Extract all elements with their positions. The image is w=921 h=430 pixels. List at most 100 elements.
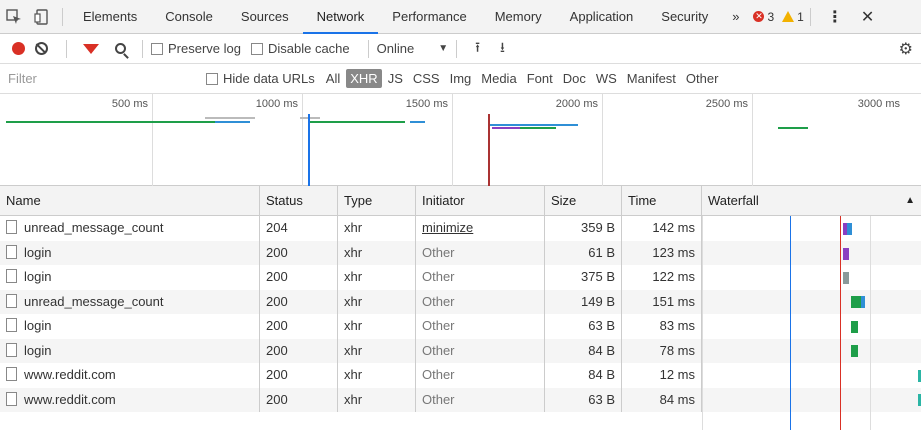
request-name-cell[interactable]: login xyxy=(0,338,260,363)
filter-input[interactable] xyxy=(0,67,200,90)
clear-icon[interactable] xyxy=(35,42,48,55)
more-tabs-button[interactable]: » xyxy=(722,9,749,24)
type-filter-js[interactable]: JS xyxy=(384,69,407,88)
type-cell: xhr xyxy=(338,363,416,388)
error-warning-counter[interactable]: ✕ 3 1 xyxy=(753,10,804,24)
request-name-cell[interactable]: www.reddit.com xyxy=(0,387,260,412)
size-cell: 61 B xyxy=(545,240,622,265)
overview-tick-label: 1500 ms xyxy=(405,98,448,110)
warning-icon xyxy=(782,11,795,22)
checkbox-box[interactable] xyxy=(206,72,218,85)
initiator-link[interactable]: minimize xyxy=(416,216,545,241)
status-cell: 200 xyxy=(260,338,338,363)
time-cell: 123 ms xyxy=(622,240,702,265)
tab-sources[interactable]: Sources xyxy=(227,0,303,34)
column-header-size[interactable]: Size xyxy=(545,186,622,216)
type-cell: xhr xyxy=(338,216,416,241)
column-header-name[interactable]: Name xyxy=(0,186,260,216)
tab-console[interactable]: Console xyxy=(151,0,227,34)
request-name-cell[interactable]: www.reddit.com xyxy=(0,363,260,388)
request-name-cell[interactable]: login xyxy=(0,314,260,339)
checkbox-box[interactable] xyxy=(151,42,163,55)
type-filter-other[interactable]: Other xyxy=(682,69,723,88)
table-row[interactable]: login 200 xhr Other 63 B 83 ms xyxy=(0,314,921,339)
tab-elements[interactable]: Elements xyxy=(69,0,151,34)
overview-request-bar xyxy=(520,127,556,129)
toolbar-separator xyxy=(66,39,67,58)
type-filter-xhr[interactable]: XHR xyxy=(346,69,382,88)
tab-separator xyxy=(62,7,63,26)
request-name: login xyxy=(24,342,52,358)
type-filter-media[interactable]: Media xyxy=(477,69,520,88)
column-header-waterfall[interactable]: Waterfall ▲ xyxy=(702,186,921,216)
column-header-type[interactable]: Type xyxy=(338,186,416,216)
throttling-select[interactable]: Online ▼ xyxy=(377,41,448,56)
column-header-time[interactable]: Time xyxy=(622,186,702,216)
overview-request-bar xyxy=(488,124,578,126)
overview-tick-label: 2000 ms xyxy=(555,98,598,110)
request-name: unread_message_count xyxy=(24,293,164,309)
customize-menu-icon[interactable]: ⋮ xyxy=(817,7,853,27)
type-filter-doc[interactable]: Doc xyxy=(559,69,590,88)
file-icon xyxy=(6,293,17,308)
filter-icon[interactable] xyxy=(83,43,99,54)
type-filter-img[interactable]: Img xyxy=(446,69,476,88)
search-icon[interactable] xyxy=(115,43,126,54)
initiator-cell: Other xyxy=(416,240,545,265)
tab-memory[interactable]: Memory xyxy=(481,0,556,34)
overview-request-bar xyxy=(300,117,320,119)
column-header-initiator[interactable]: Initiator xyxy=(416,186,545,216)
overview-request-bar xyxy=(410,121,425,123)
type-cell: xhr xyxy=(338,338,416,363)
column-header-status[interactable]: Status xyxy=(260,186,338,216)
type-filter-font[interactable]: Font xyxy=(523,69,557,88)
preserve-log-checkbox[interactable]: Preserve log xyxy=(151,41,241,56)
time-cell: 12 ms xyxy=(622,363,702,388)
request-name: www.reddit.com xyxy=(24,391,116,407)
request-name-cell[interactable]: login xyxy=(0,240,260,265)
request-name-cell[interactable]: login xyxy=(0,265,260,290)
hide-data-urls-checkbox[interactable]: Hide data URLs xyxy=(206,71,315,86)
status-cell: 200 xyxy=(260,387,338,412)
table-row[interactable]: www.reddit.com 200 xhr Other 63 B 84 ms xyxy=(0,387,921,412)
import-har-icon[interactable]: ⭱ xyxy=(475,37,480,61)
table-row[interactable]: login 200 xhr Other 375 B 122 ms xyxy=(0,265,921,290)
file-icon xyxy=(6,367,17,381)
network-overview-timeline[interactable]: 500 ms 1000 ms 1500 ms 2000 ms 2500 ms 3… xyxy=(0,94,921,186)
type-filter-css[interactable]: CSS xyxy=(409,69,444,88)
table-row[interactable]: login 200 xhr Other 84 B 78 ms xyxy=(0,338,921,363)
status-cell: 200 xyxy=(260,314,338,339)
table-row[interactable]: unread_message_count 200 xhr Other 149 B… xyxy=(0,289,921,314)
table-row[interactable]: unread_message_count 204 xhr minimize 35… xyxy=(0,216,921,241)
file-icon xyxy=(6,318,17,332)
request-name-cell[interactable]: unread_message_count xyxy=(0,289,260,314)
overview-request-bar xyxy=(215,121,250,123)
record-icon[interactable] xyxy=(12,42,25,55)
time-cell: 122 ms xyxy=(622,265,702,290)
tab-network[interactable]: Network xyxy=(302,0,379,34)
type-filter-ws[interactable]: WS xyxy=(592,69,621,88)
export-har-icon[interactable]: ⭳ xyxy=(500,37,505,61)
device-toolbar-icon[interactable] xyxy=(28,0,56,34)
table-row[interactable]: login 200 xhr Other 61 B 123 ms xyxy=(0,240,921,265)
gear-icon[interactable]: ⚙ xyxy=(899,39,913,59)
initiator-cell: Other xyxy=(416,265,545,290)
tab-security[interactable]: Security xyxy=(647,0,722,34)
type-filter-manifest[interactable]: Manifest xyxy=(623,69,680,88)
overview-gridline xyxy=(752,94,753,186)
request-name-cell[interactable]: unread_message_count xyxy=(0,216,260,241)
request-name: login xyxy=(24,244,52,260)
table-row[interactable]: www.reddit.com 200 xhr Other 84 B 12 ms xyxy=(0,363,921,388)
request-name: login xyxy=(24,269,52,284)
waterfall-cell xyxy=(702,265,921,290)
inspect-element-icon[interactable] xyxy=(0,0,28,34)
waterfall-cell xyxy=(702,314,921,339)
type-filter-all[interactable]: All xyxy=(322,69,344,88)
close-devtools-icon[interactable]: ✕ xyxy=(853,7,882,27)
tab-application[interactable]: Application xyxy=(556,0,648,34)
initiator-cell: Other xyxy=(416,387,545,412)
tab-performance[interactable]: Performance xyxy=(378,0,480,34)
disable-cache-label: Disable cache xyxy=(267,41,350,56)
checkbox-box[interactable] xyxy=(250,42,263,55)
disable-cache-checkbox[interactable]: Disable cache xyxy=(250,41,350,56)
